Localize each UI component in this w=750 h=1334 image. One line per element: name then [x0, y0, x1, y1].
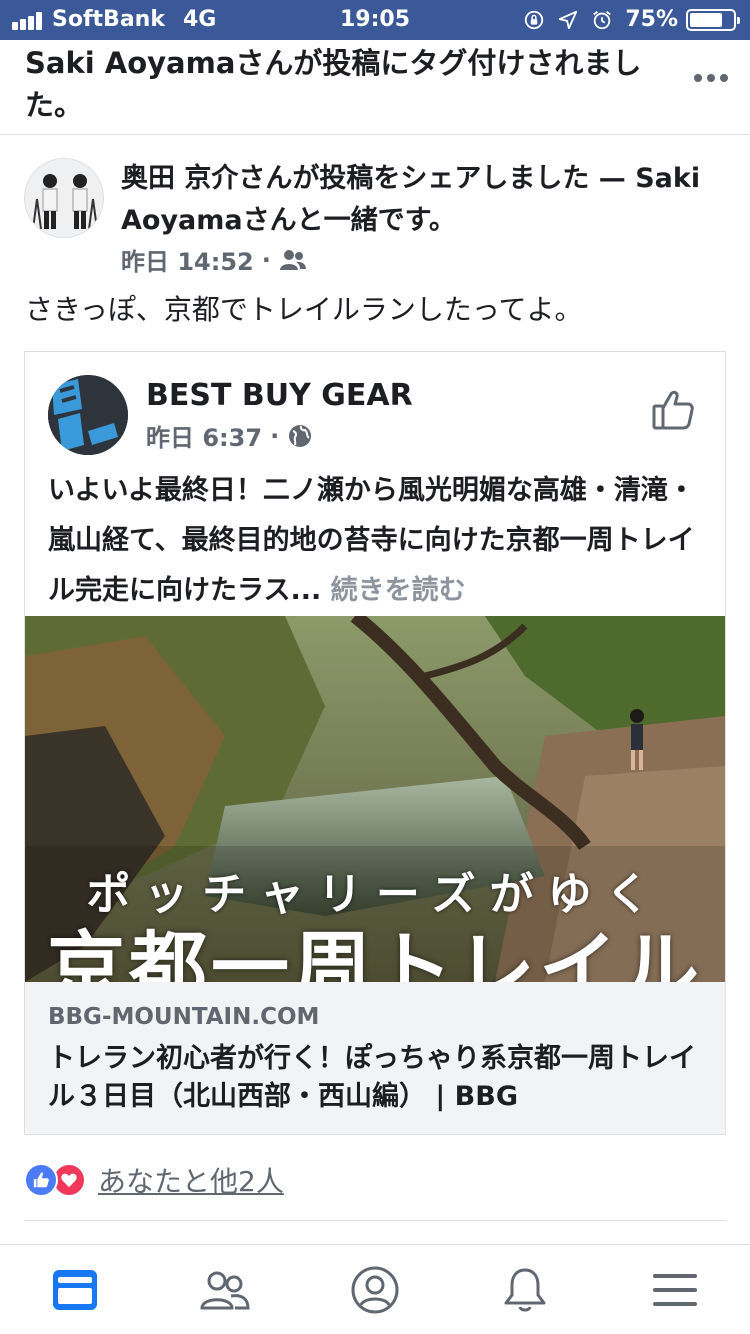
battery-icon: [686, 8, 740, 31]
avatar[interactable]: [24, 158, 104, 238]
shared-post-card[interactable]: BEST BUY GEAR 昨日 6:37 · いよいよ最終日！二ノ瀬から風光明…: [24, 351, 726, 1135]
profile-icon: [351, 1266, 399, 1314]
like-reaction-icon: [24, 1163, 58, 1197]
post-body: さきっぽ、京都でトレイルランしたってよ。: [25, 293, 583, 326]
post-header-text[interactable]: 奥田 京介さんが投稿をシェアしました — Saki Aoyamaさんと一緒です。: [121, 158, 721, 242]
location-icon: [559, 10, 578, 29]
reaction-summary[interactable]: あなたと他2人: [24, 1160, 284, 1200]
link-preview-image[interactable]: ポッチャリーズがゆく 京都一周トレイル: [25, 616, 725, 982]
shared-post-text: いよいよ最終日！二ノ瀬から風光明媚な高雄・清滝・嵐山経て、最終目的地の苔寺に向け…: [48, 466, 708, 616]
notification-text[interactable]: Saki Aoyamaさんが投稿にタグ付けされました。: [25, 42, 665, 126]
page-logo: [48, 375, 128, 455]
meta-separator: ·: [270, 421, 280, 450]
shared-post-time[interactable]: 昨日 6:37: [146, 418, 262, 453]
more-icon[interactable]: [694, 72, 728, 84]
see-more-link[interactable]: 続きを読む: [331, 575, 466, 606]
tab-friends[interactable]: [150, 1245, 300, 1334]
friends-icon: [279, 249, 306, 270]
divider: [24, 1220, 726, 1221]
status-bar: SoftBank 4G 19:05 75%: [0, 0, 750, 40]
meta-separator: ·: [261, 245, 271, 274]
tab-news-feed[interactable]: [0, 1245, 150, 1334]
tab-notifications[interactable]: [450, 1245, 600, 1334]
bell-icon: [504, 1268, 546, 1312]
battery-percent: 75%: [625, 7, 678, 32]
shared-post-meta: 昨日 6:37 ·: [146, 418, 313, 453]
image-caption-large: 京都一周トレイル: [46, 924, 703, 982]
post-meta: 昨日 14:52 ·: [121, 242, 307, 277]
reaction-count-link[interactable]: あなたと他2人: [98, 1160, 284, 1200]
tab-profile[interactable]: [300, 1245, 450, 1334]
page-name[interactable]: BEST BUY GEAR: [146, 376, 413, 416]
post-time[interactable]: 昨日 14:52: [121, 242, 254, 277]
page-avatar[interactable]: [48, 375, 128, 455]
status-bar-right: 75%: [523, 7, 740, 32]
orientation-lock-icon: [525, 10, 544, 29]
avatar-photo: [25, 159, 103, 237]
link-domain: BBG-MOUNTAIN.COM: [48, 1004, 320, 1030]
battery-level: [690, 12, 722, 27]
friends-tab-icon: [200, 1271, 250, 1310]
bottom-tab-bar: [0, 1244, 750, 1334]
news-feed-icon: [53, 1270, 97, 1310]
link-preview-info[interactable]: BBG-MOUNTAIN.COM トレラン初心者が行く！ぽっちゃり系京都一周トレ…: [25, 982, 725, 1134]
hamburger-menu-icon: [653, 1274, 697, 1306]
alarm-icon: [593, 10, 612, 29]
notification-header: Saki Aoyamaさんが投稿にタグ付けされました。: [0, 40, 750, 135]
link-title[interactable]: トレラン初心者が行く！ぽっちゃり系京都一周トレイル３日目（北山西部・西山編） |…: [48, 1040, 708, 1116]
thumbs-up-icon[interactable]: [651, 388, 695, 432]
globe-icon: [289, 424, 312, 447]
tab-menu[interactable]: [600, 1245, 750, 1334]
